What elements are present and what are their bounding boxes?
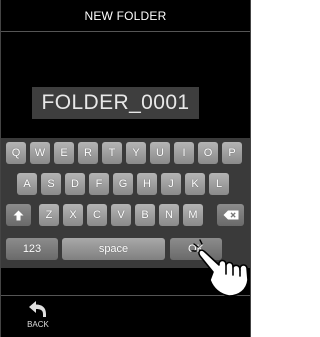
key-j[interactable]: J: [161, 173, 181, 195]
folder-name-value: FOLDER_0001: [41, 91, 190, 114]
space-key[interactable]: space: [62, 238, 165, 260]
key-y[interactable]: Y: [126, 142, 146, 164]
key-q[interactable]: Q: [6, 142, 26, 164]
key-n[interactable]: N: [159, 204, 179, 226]
key-u[interactable]: U: [150, 142, 170, 164]
key-o[interactable]: O: [198, 142, 218, 164]
folder-name-field[interactable]: FOLDER_0001: [32, 87, 199, 119]
numbers-key[interactable]: 123: [6, 238, 58, 260]
key-k[interactable]: K: [185, 173, 205, 195]
key-p[interactable]: P: [222, 142, 242, 164]
key-s[interactable]: S: [41, 173, 61, 195]
shift-arrow-icon: [13, 210, 24, 220]
key-m[interactable]: M: [183, 204, 203, 226]
back-arrow-icon: [29, 301, 46, 317]
key-v[interactable]: V: [111, 204, 131, 226]
title-bar: NEW FOLDER: [1, 0, 250, 32]
key-x[interactable]: X: [63, 204, 83, 226]
key-b[interactable]: B: [135, 204, 155, 226]
key-t[interactable]: T: [102, 142, 122, 164]
key-r[interactable]: R: [78, 142, 98, 164]
key-l[interactable]: L: [209, 173, 229, 195]
key-d[interactable]: D: [65, 173, 85, 195]
key-i[interactable]: I: [174, 142, 194, 164]
backspace-icon: [223, 210, 238, 220]
key-f[interactable]: F: [89, 173, 109, 195]
back-button[interactable]: BACK: [23, 300, 53, 334]
key-g[interactable]: G: [113, 173, 133, 195]
pointing-hand-icon: [191, 239, 249, 297]
key-z[interactable]: Z: [39, 204, 59, 226]
backspace-key[interactable]: [217, 204, 244, 226]
key-c[interactable]: C: [87, 204, 107, 226]
back-label: BACK: [27, 320, 49, 329]
key-h[interactable]: H: [137, 173, 157, 195]
key-a[interactable]: A: [17, 173, 37, 195]
page-title: NEW FOLDER: [84, 8, 167, 23]
key-w[interactable]: W: [30, 142, 50, 164]
keyboard-row-1: Q W E R T Y U I O P: [1, 142, 250, 166]
key-e[interactable]: E: [54, 142, 74, 164]
bottom-bar: BACK: [1, 295, 250, 337]
keyboard-row-3: Z X C V B N M: [1, 204, 250, 228]
shift-key[interactable]: [6, 204, 31, 226]
keyboard-row-2: A S D F G H J K L: [1, 173, 250, 197]
